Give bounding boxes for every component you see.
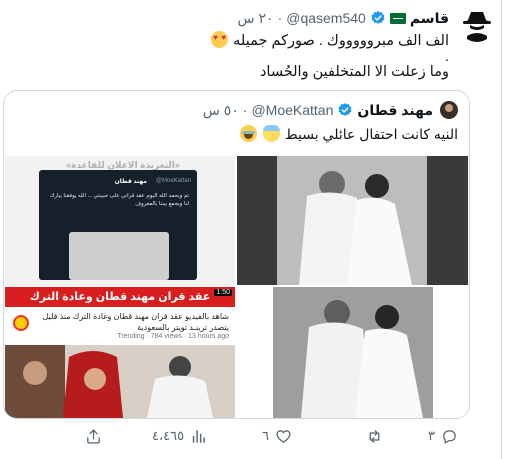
video-thumbnail-drawing [5,345,235,418]
media-image-couple-photo[interactable] [237,156,468,285]
timeline-divider [501,0,502,459]
tweet-text-line-2: . [444,49,449,65]
author-handle[interactable]: @qasem540 [286,10,366,26]
retweet-icon [369,429,380,443]
retweet-button[interactable] [360,423,383,449]
share-icon [87,428,100,444]
quoted-author-handle[interactable]: @MoeKattan [251,102,333,118]
video-title: شاهد بالفيديو عقد قران مهند قطان وغادة ا… [42,312,230,332]
couple-photo-2-drawing [237,287,468,418]
quoted-tweet-text: النيه كانت احتفال عائلي بسيط [284,126,458,142]
couple-photo-drawing [237,156,468,285]
screenshot-tweet-box: مهند قطان @MoeKattan تم وبحمد الله اليوم… [39,170,197,280]
video-thumbnail [5,345,235,418]
quoted-author-avatar[interactable] [440,101,458,119]
quoted-tweet-text-line: النيه كانت احتفال عائلي بسيط [239,125,458,143]
separator-dot: · [242,102,248,118]
reply-button[interactable]: ٣ [428,423,458,449]
author-avatar[interactable] [459,6,495,42]
quoted-tweet-time[interactable]: ٥٠ س [203,102,239,119]
views-count: ٤،٤٦٥ [152,428,185,443]
screenshot-author-name: مهند قطان [114,179,147,185]
like-count: ٦ [262,428,269,443]
tweet-header: قاسم @qasem540 · ٢٠ س [238,8,449,28]
video-duration: 1:50 [214,289,232,296]
verified-badge-icon [371,11,385,24]
video-banner: عقد قران مهند قطان وعادة الترك [5,287,235,307]
quoted-tweet-header: مهند قطان @MoeKattan · ٥٠ س [203,101,433,119]
views-button[interactable]: ٤،٤٦٥ [152,423,207,449]
heart-eyes-emoji-icon [211,31,229,48]
tweet-time[interactable]: ٢٠ س [238,10,274,27]
screenshot-photo [69,232,169,280]
saudi-flag-icon [389,12,406,24]
separator-dot: · [277,10,283,26]
laughing-emoji-icon [239,125,257,142]
video-meta: Trending · 784 views · 13 hours ago [117,333,229,340]
media-image-couple-photo-2[interactable] [237,287,468,418]
tweet-text-line-1: الف الف مبروووووك . صوركم جميله [210,31,449,49]
reply-count: ٣ [428,428,435,443]
tweet-action-bar: ٤،٤٦٥ ٦ ٣ [0,423,500,449]
share-button[interactable] [85,423,102,449]
media-image-tweet-screenshot[interactable]: «التغريدة الاعلان للقاعدة» مهند قطان @Mo… [5,156,235,285]
verified-badge-icon [338,103,352,116]
heart-icon [276,429,291,443]
screenshot-tweet-text: تم وبحمد الله اليوم عقد قراني على حبيبتي… [49,193,189,207]
quoted-tweet-card[interactable]: مهند قطان @MoeKattan · ٥٠ س النيه كانت ا… [3,90,470,419]
views-chart-icon [192,429,206,443]
media-image-news-video[interactable]: عقد قران مهند قطان وعادة الترك 1:50 شاهد… [5,287,235,418]
author-name[interactable]: قاسم [410,10,449,27]
screenshot-author-handle: @MoeKattan [155,178,191,184]
spy-avatar-icon [459,6,495,42]
reply-bubble-icon [443,429,456,444]
tweet-text-line-3: وما زعلت الا المتخلفين والحُساد [259,64,449,80]
media-grid: «التغريدة الاعلان للقاعدة» مهند قطان @Mo… [5,156,468,418]
like-button[interactable]: ٦ [262,423,292,449]
tweet-text: الف الف مبروووووك . صوركم جميله [233,33,449,49]
quoted-author-name[interactable]: مهند قطان [357,102,433,119]
baby-emoji-icon [262,125,280,142]
channel-logo-icon [13,315,29,331]
